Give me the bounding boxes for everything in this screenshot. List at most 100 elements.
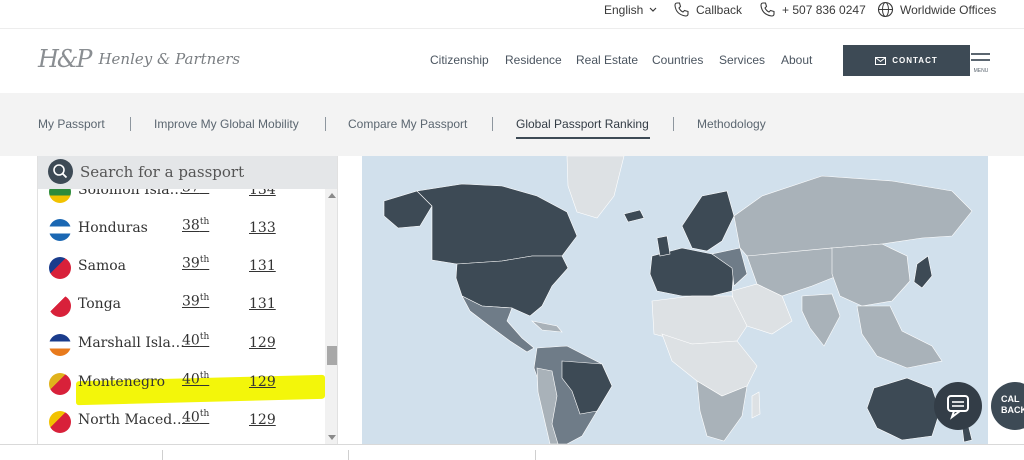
chat-button[interactable] xyxy=(934,382,982,430)
rank-number: 40 xyxy=(182,332,200,349)
passport-row[interactable]: Montenegro 40th 129 xyxy=(38,365,326,403)
country-flag-icon xyxy=(49,219,71,241)
subnav-divider xyxy=(492,117,493,131)
search-bar[interactable]: Search for a passport xyxy=(38,156,337,189)
country-name[interactable]: Tonga xyxy=(78,296,121,312)
country-name[interactable]: North Maced… xyxy=(78,412,186,428)
rank-number: 38 xyxy=(182,217,200,234)
nav-citizenship[interactable]: Citizenship xyxy=(430,53,489,67)
sub-navigation: My Passport Improve My Global Mobility C… xyxy=(0,93,1024,156)
menu-button[interactable]: MENU xyxy=(970,49,992,77)
country-flag-icon xyxy=(49,373,71,395)
visa-free-score-link[interactable]: 131 xyxy=(249,296,276,312)
country-flag-icon xyxy=(49,189,71,203)
active-tab-underline xyxy=(516,137,650,139)
rank-suffix: th xyxy=(199,371,210,381)
rank-number: 39 xyxy=(182,293,200,310)
subnav-compare-passport[interactable]: Compare My Passport xyxy=(348,117,467,131)
passport-rank-link[interactable]: 40th xyxy=(182,332,209,349)
bottom-divider xyxy=(535,450,536,460)
phone-number: + 507 836 0247 xyxy=(782,2,866,17)
list-scrollbar[interactable] xyxy=(325,189,337,444)
subnav-divider xyxy=(325,117,326,131)
visa-free-score-link[interactable]: 133 xyxy=(249,220,276,236)
chat-bubble-icon xyxy=(947,395,969,420)
passport-row[interactable]: Solomon Isla…37th 134 xyxy=(38,189,326,211)
subnav-global-passport-ranking[interactable]: Global Passport Ranking xyxy=(516,117,649,131)
passport-rank-link[interactable]: 37th xyxy=(182,189,209,196)
country-name[interactable]: Samoa xyxy=(78,258,126,274)
passport-rank-link[interactable]: 39th xyxy=(182,255,209,272)
nav-real-estate[interactable]: Real Estate xyxy=(576,53,638,67)
hamburger-icon xyxy=(971,53,990,55)
map-region-russia xyxy=(733,175,973,257)
main-header: H&P Henley & Partners Citizenship Reside… xyxy=(0,28,1024,92)
scroll-up-arrow-icon[interactable] xyxy=(328,193,336,198)
nav-residence[interactable]: Residence xyxy=(505,53,562,67)
utility-bar: English Callback + 507 836 0247 Worldwid… xyxy=(0,0,1024,28)
map-region-india xyxy=(801,293,841,347)
rank-number: 39 xyxy=(182,255,200,272)
country-name[interactable]: Montenegro xyxy=(78,374,165,390)
bottom-divider xyxy=(162,450,163,460)
contact-button[interactable]: CONTACT xyxy=(843,45,970,76)
visa-free-score-link[interactable]: 131 xyxy=(249,258,276,274)
bottom-divider xyxy=(348,450,349,460)
logo[interactable]: H&P Henley & Partners xyxy=(38,45,240,73)
country-flag-icon xyxy=(49,334,71,356)
rank-suffix: th xyxy=(199,332,210,342)
visa-free-score-link[interactable]: 129 xyxy=(249,412,276,428)
globe-icon xyxy=(877,1,894,18)
country-name[interactable]: Solomon Isla… xyxy=(78,189,184,198)
passport-row[interactable]: North Maced… 40th 129 xyxy=(38,403,326,441)
nav-countries[interactable]: Countries xyxy=(652,53,703,67)
map-region-china xyxy=(831,243,911,307)
scroll-down-arrow-icon[interactable] xyxy=(328,435,336,440)
phone-icon xyxy=(760,2,775,17)
country-name[interactable]: Marshall Isla… xyxy=(78,335,185,351)
passport-row[interactable]: Samoa 39th 131 xyxy=(38,249,326,287)
phone-callback-icon xyxy=(674,2,689,17)
visa-free-score-link[interactable]: 129 xyxy=(249,374,276,390)
rank-number: 37 xyxy=(182,189,200,196)
scroll-thumb[interactable] xyxy=(327,346,337,365)
callback-label: Callback xyxy=(696,2,743,17)
passport-row[interactable]: Marshall Isla… 40th 129 xyxy=(38,326,326,364)
search-input[interactable]: Search for a passport xyxy=(80,163,244,181)
country-flag-icon xyxy=(49,257,71,279)
nav-about[interactable]: About xyxy=(781,53,812,67)
chevron-down-icon xyxy=(649,7,657,12)
subnav-improve-mobility[interactable]: Improve My Global Mobility xyxy=(154,117,299,131)
language-selector[interactable]: English xyxy=(604,1,657,18)
callback-button[interactable]: CAL BACK xyxy=(991,382,1024,430)
rank-number: 40 xyxy=(182,409,200,426)
passport-rank-link[interactable]: 40th xyxy=(182,409,209,426)
worldwide-offices-link[interactable]: Worldwide Offices xyxy=(877,1,996,18)
nav-services[interactable]: Services xyxy=(719,53,765,67)
rank-suffix: th xyxy=(199,409,210,419)
passport-rank-link[interactable]: 38th xyxy=(182,217,209,234)
visa-free-score-link[interactable]: 129 xyxy=(249,335,276,351)
search-icon[interactable] xyxy=(48,159,73,184)
passport-rank-link[interactable]: 40th xyxy=(182,371,209,388)
world-map-svg[interactable] xyxy=(362,156,988,444)
visa-free-score-link[interactable]: 134 xyxy=(249,189,276,198)
country-name[interactable]: Honduras xyxy=(78,220,148,236)
envelope-icon xyxy=(875,56,887,65)
map-region-scandinavia xyxy=(681,190,735,252)
passport-rank-link[interactable]: 39th xyxy=(182,293,209,310)
map-region-southeast-asia xyxy=(856,305,943,369)
callback-link[interactable]: Callback xyxy=(673,1,742,18)
phone-link[interactable]: + 507 836 0247 xyxy=(759,1,866,18)
world-passport-map[interactable] xyxy=(362,156,988,444)
subnav-divider xyxy=(673,117,674,131)
bottom-strip xyxy=(0,444,1024,460)
rank-number: 40 xyxy=(182,371,200,388)
subnav-my-passport[interactable]: My Passport xyxy=(38,117,105,131)
rank-suffix: th xyxy=(199,217,210,227)
passport-row[interactable]: Honduras 38th 133 xyxy=(38,211,326,249)
callback-button-text-line2: BACK xyxy=(1001,405,1024,415)
passport-row[interactable]: Tonga 39th 131 xyxy=(38,287,326,325)
subnav-methodology[interactable]: Methodology xyxy=(697,117,766,131)
logo-text: Henley & Partners xyxy=(98,50,241,68)
